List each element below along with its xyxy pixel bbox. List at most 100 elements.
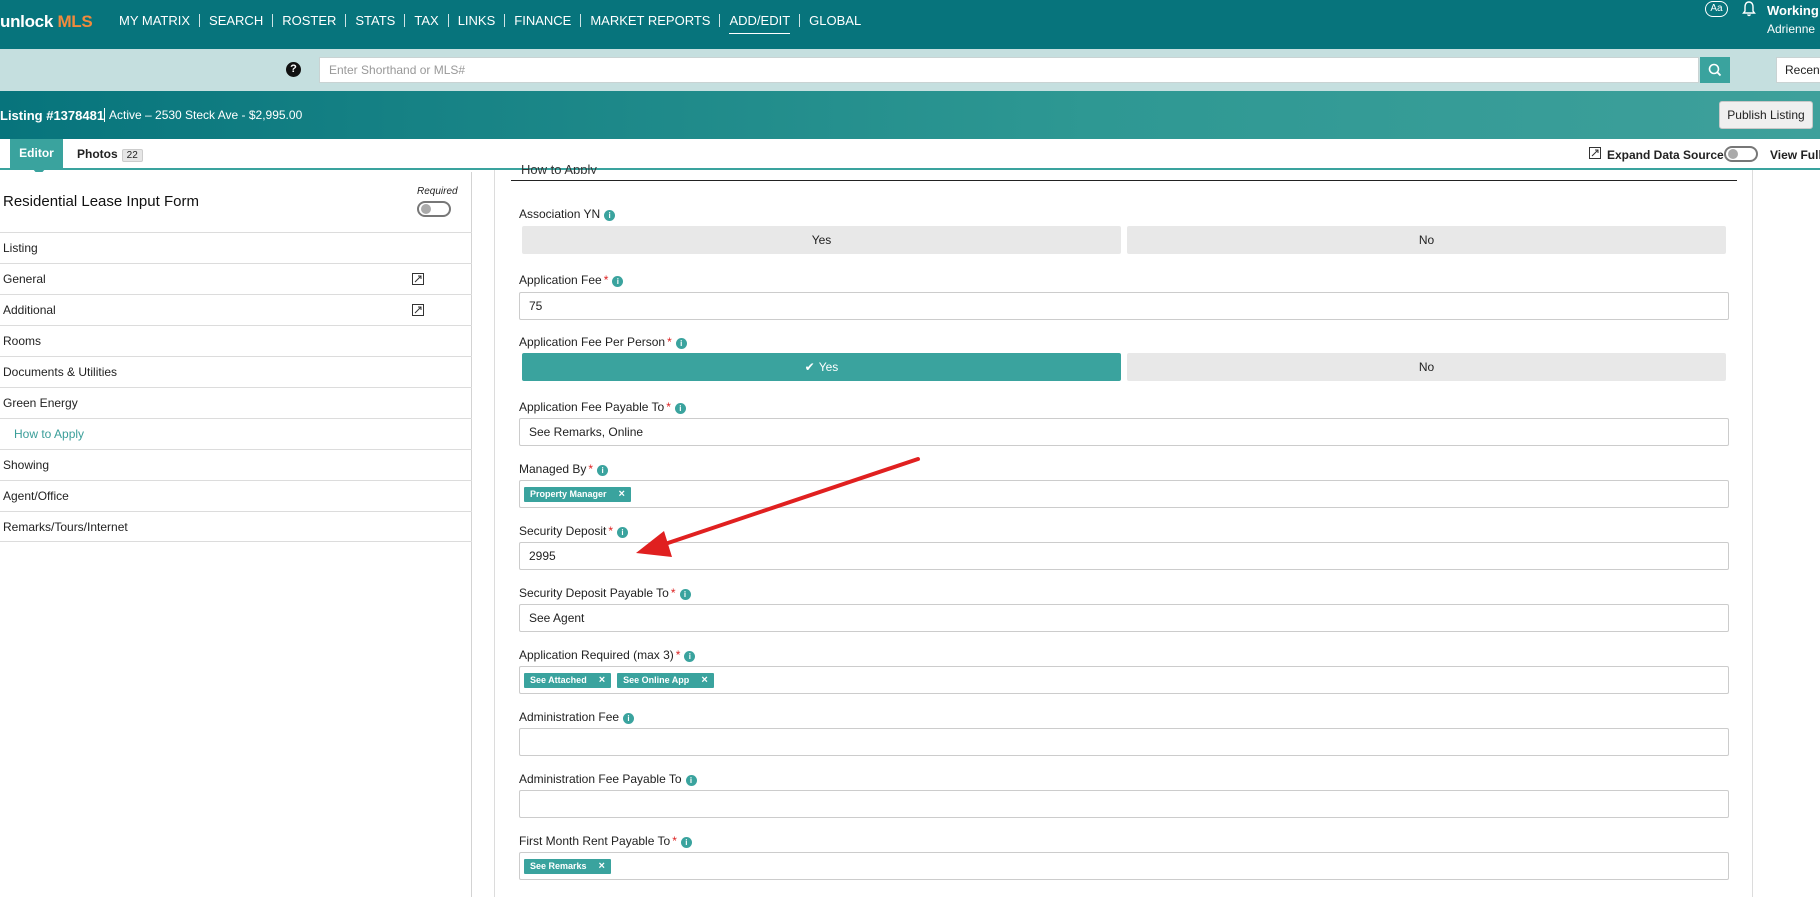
info-icon[interactable]: i xyxy=(685,775,697,786)
sidebar-item-documents-utilities[interactable]: Documents & Utilities xyxy=(0,356,472,387)
field-label-text: Application Fee Payable To xyxy=(519,400,665,414)
association-yn-yes-button[interactable]: Yes xyxy=(522,226,1121,254)
bell-icon[interactable] xyxy=(1742,1,1756,17)
fee-payable-to-field[interactable] xyxy=(519,418,1729,446)
application-required-field[interactable]: See Attached × See Online App × xyxy=(519,666,1729,694)
association-yn-no-button[interactable]: No xyxy=(1127,226,1726,254)
fee-per-person-yes-button[interactable]: ✔ Yes xyxy=(522,353,1121,381)
field-label-text: Application Required (max 3) xyxy=(519,648,674,662)
deposit-payable-to-label: Security Deposit Payable To * i xyxy=(519,586,691,600)
remove-tag-icon[interactable]: × xyxy=(599,673,605,688)
required-toggle[interactable] xyxy=(417,201,451,217)
info-icon[interactable]: i xyxy=(675,338,687,349)
admin-fee-payable-to-field[interactable] xyxy=(519,790,1729,818)
remove-tag-icon[interactable]: × xyxy=(599,859,605,874)
field-label-text: Application Fee xyxy=(519,273,602,287)
sidebar-item-showing[interactable]: Showing xyxy=(0,449,472,480)
nav-tax[interactable]: TAX xyxy=(405,13,449,27)
admin-fee-label: Administration Fee i xyxy=(519,710,635,724)
required-label: Required xyxy=(417,186,458,197)
main-menu: MY MATRIX SEARCH ROSTER STATS TAX LINKS … xyxy=(110,12,870,34)
field-label-text: First Month Rent Payable To xyxy=(519,834,671,848)
user-status[interactable]: Working xyxy=(1767,3,1819,18)
field-label-text: Association YN xyxy=(519,207,601,221)
editor-tabs: Editor Photos 22 Expand Data Source View … xyxy=(0,139,1820,176)
info-icon[interactable]: i xyxy=(604,210,616,221)
logo-text: unlock xyxy=(0,12,53,31)
info-icon[interactable]: i xyxy=(679,589,691,600)
info-icon[interactable]: i xyxy=(612,276,624,287)
deposit-payable-to-field[interactable] xyxy=(519,604,1729,632)
search-button[interactable] xyxy=(1700,57,1730,83)
nav-add-edit[interactable]: ADD/EDIT xyxy=(720,13,801,34)
admin-fee-field[interactable] xyxy=(519,728,1729,756)
first-month-payable-to-tag: See Remarks × xyxy=(524,859,611,874)
managed-by-label: Managed By * i xyxy=(519,462,609,476)
nav-stats[interactable]: STATS xyxy=(346,13,406,27)
top-navigation: unlock MLS MY MATRIX SEARCH ROSTER STATS… xyxy=(0,0,1820,49)
nav-roster[interactable]: ROSTER xyxy=(273,13,347,27)
sidebar-item-general[interactable]: General xyxy=(0,263,472,294)
association-yn-label: Association YN i xyxy=(519,207,616,221)
logo-accent-text: MLS xyxy=(57,12,93,31)
sidebar-item-agent-office[interactable]: Agent/Office xyxy=(0,480,472,511)
info-icon[interactable]: i xyxy=(597,465,609,476)
sidebar-item-green-energy[interactable]: Green Energy xyxy=(0,387,472,418)
sidebar-item-label: Additional xyxy=(3,303,56,317)
button-label: Yes xyxy=(818,360,839,374)
info-icon[interactable]: i xyxy=(617,527,629,538)
application-fee-field[interactable] xyxy=(519,292,1729,320)
managed-by-tag: Property Manager × xyxy=(524,487,631,502)
fee-per-person-no-button[interactable]: No xyxy=(1127,353,1726,381)
sidebar-item-label: Agent/Office xyxy=(3,489,69,503)
remove-tag-icon[interactable]: × xyxy=(619,487,625,502)
sidebar-item-how-to-apply[interactable]: How to Apply xyxy=(0,418,472,449)
section-title: How to Apply xyxy=(521,162,597,174)
recent-button[interactable]: Recent xyxy=(1776,57,1820,83)
search-input[interactable] xyxy=(319,57,1699,83)
listing-status: Active – 2530 Steck Ave - $2,995.00 xyxy=(104,108,302,122)
tag-label: Property Manager xyxy=(530,489,607,499)
fee-payable-to-label: Application Fee Payable To * i xyxy=(519,400,686,414)
help-icon[interactable]: ? xyxy=(286,62,301,77)
remove-tag-icon[interactable]: × xyxy=(701,673,707,688)
info-icon[interactable]: i xyxy=(680,837,692,848)
tab-photos[interactable]: Photos 22 xyxy=(77,147,143,162)
nav-my-matrix[interactable]: MY MATRIX xyxy=(110,13,201,27)
field-label-text: Managed By xyxy=(519,462,587,476)
data-source-icon xyxy=(1589,147,1601,159)
info-icon[interactable]: i xyxy=(684,651,696,662)
user-name[interactable]: Adrienne xyxy=(1767,22,1815,36)
nav-search[interactable]: SEARCH xyxy=(200,13,274,27)
application-fee-label: Application Fee * i xyxy=(519,273,624,287)
nav-links[interactable]: LINKS xyxy=(449,13,506,27)
checkmark-icon: ✔ xyxy=(804,360,815,374)
edit-section-icon[interactable] xyxy=(412,273,424,285)
expand-data-source-toggle[interactable] xyxy=(1724,146,1758,162)
nav-global[interactable]: GLOBAL xyxy=(800,14,870,27)
font-size-button[interactable]: Aa xyxy=(1705,1,1728,17)
section-list: Listing General Additional Rooms Documen… xyxy=(0,232,472,542)
info-icon[interactable]: i xyxy=(674,403,686,414)
nav-finance[interactable]: FINANCE xyxy=(505,13,582,27)
photos-count-badge: 22 xyxy=(121,149,143,162)
sidebar-item-additional[interactable]: Additional xyxy=(0,294,472,325)
field-label-text: Application Fee Per Person xyxy=(519,335,666,349)
publish-listing-button[interactable]: Publish Listing xyxy=(1719,101,1813,129)
unlock-mls-logo[interactable]: unlock MLS xyxy=(0,12,93,32)
fee-per-person-label: Application Fee Per Person * i xyxy=(519,335,687,349)
nav-market-reports[interactable]: MARKET REPORTS xyxy=(581,13,721,27)
info-icon[interactable]: i xyxy=(623,713,635,724)
sidebar-item-label: Green Energy xyxy=(3,396,78,410)
first-month-payable-to-field[interactable]: See Remarks × xyxy=(519,852,1729,880)
sidebar-item-rooms[interactable]: Rooms xyxy=(0,325,472,356)
security-deposit-field[interactable] xyxy=(519,542,1729,570)
sidebar-item-remarks-tours-internet[interactable]: Remarks/Tours/Internet xyxy=(0,511,472,542)
tag-label: See Online App xyxy=(623,675,690,685)
tab-editor[interactable]: Editor xyxy=(10,139,63,176)
managed-by-field[interactable]: Property Manager × xyxy=(519,480,1729,508)
tag-label: See Attached xyxy=(530,675,587,685)
edit-section-icon[interactable] xyxy=(412,304,424,316)
sidebar-item-listing[interactable]: Listing xyxy=(0,232,472,263)
admin-fee-payable-to-label: Administration Fee Payable To i xyxy=(519,772,697,786)
